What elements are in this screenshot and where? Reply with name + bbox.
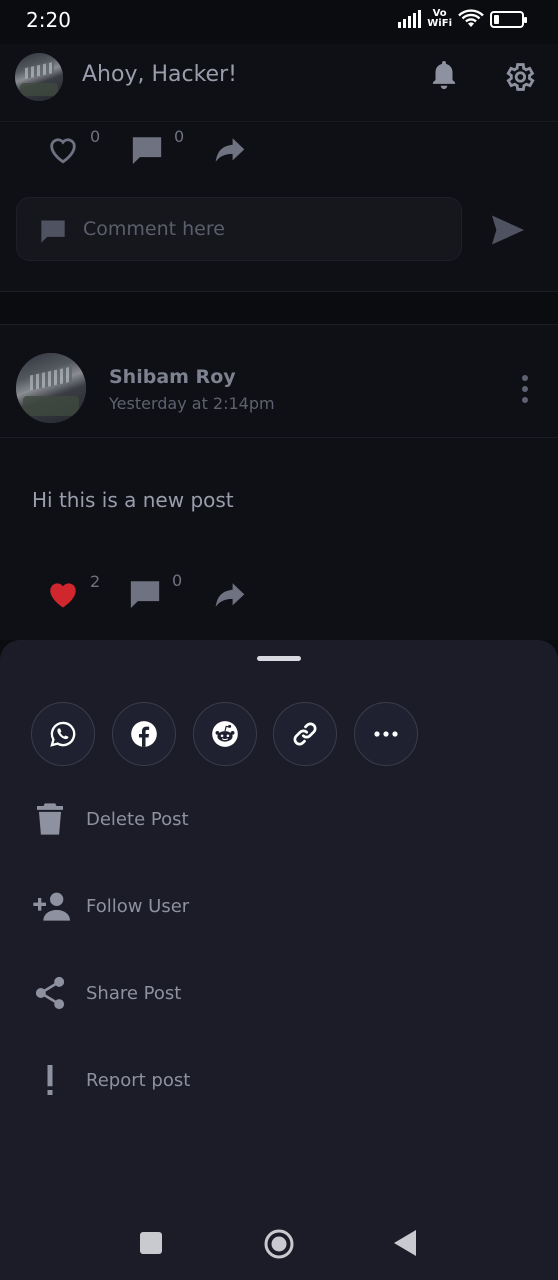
recents-icon[interactable] <box>139 1231 163 1255</box>
comment-placeholder: Comment here <box>83 218 225 240</box>
status-icons: Vo WiFi 12 <box>398 9 527 29</box>
send-icon[interactable] <box>488 212 528 248</box>
more-icon <box>374 731 398 737</box>
heart-filled-icon <box>50 583 76 608</box>
post-timestamp: Yesterday at 2:14pm <box>109 394 275 413</box>
trash-icon <box>30 799 70 839</box>
menu-item-label: Follow User <box>86 895 190 917</box>
reddit-share-button[interactable] <box>193 702 257 766</box>
menu-item-label: Report post <box>86 1069 191 1091</box>
comment-icon <box>132 137 162 165</box>
battery-level: 12 <box>499 12 515 26</box>
like-count: 2 <box>90 572 101 591</box>
menu-item-share-post[interactable]: Share Post <box>0 963 558 1023</box>
more-share-button[interactable] <box>354 702 418 766</box>
share-action[interactable] <box>214 137 246 163</box>
app-header: Ahoy, Hacker! <box>0 44 558 122</box>
facebook-icon <box>131 721 157 747</box>
share-action[interactable] <box>214 582 246 608</box>
exclamation-icon <box>30 1060 70 1100</box>
whatsapp-icon <box>50 721 76 747</box>
share-icon <box>30 973 70 1013</box>
comment-icon <box>130 581 160 609</box>
signal-icon <box>398 10 422 28</box>
menu-item-follow-user[interactable]: Follow User <box>0 876 558 936</box>
home-icon[interactable] <box>262 1227 296 1261</box>
wifi-icon <box>458 9 484 27</box>
bell-icon[interactable] <box>426 58 462 94</box>
like-action[interactable]: 0 <box>46 127 100 165</box>
facebook-share-button[interactable] <box>112 702 176 766</box>
comment-input[interactable]: Comment here <box>16 197 462 261</box>
vowifi-icon: Vo WiFi <box>427 9 452 29</box>
sheet-drag-handle[interactable] <box>257 656 301 661</box>
post-text: Hi this is a new post <box>32 488 234 512</box>
more-vert-icon[interactable] <box>514 372 536 406</box>
comment-action[interactable]: 0 <box>130 127 184 167</box>
menu-item-report-post[interactable]: Report post <box>0 1050 558 1110</box>
reddit-icon <box>212 721 238 747</box>
whatsapp-share-button[interactable] <box>31 702 95 766</box>
heart-outline-icon <box>50 138 76 164</box>
gear-icon[interactable] <box>500 58 538 96</box>
menu-item-label: Delete Post <box>86 808 189 830</box>
author-avatar[interactable] <box>16 353 86 423</box>
share-arrow-icon <box>215 583 245 607</box>
like-count: 0 <box>90 127 101 146</box>
divider <box>0 291 558 292</box>
divider <box>0 437 558 438</box>
like-action[interactable]: 2 <box>46 572 100 610</box>
person-add-icon <box>30 886 70 926</box>
author-name[interactable]: Shibam Roy <box>109 366 236 388</box>
greeting-title: Ahoy, Hacker! <box>82 62 237 87</box>
user-avatar[interactable] <box>15 53 63 101</box>
comment-action[interactable]: 0 <box>128 571 182 611</box>
menu-item-delete-post[interactable]: Delete Post <box>0 789 558 849</box>
battery-fill <box>494 14 499 24</box>
vowifi-label-bottom: WiFi <box>427 18 452 29</box>
post-options-sheet: Delete Post Follow User Share Post Repor… <box>0 640 558 1280</box>
link-icon <box>293 722 317 746</box>
back-icon[interactable] <box>392 1229 418 1257</box>
comment-count: 0 <box>172 571 183 590</box>
status-bar: 2:20 Vo WiFi 12 <box>0 0 558 44</box>
share-arrow-icon <box>215 138 245 162</box>
system-nav-bar <box>0 1208 558 1280</box>
battery-icon: 12 <box>490 10 527 28</box>
comment-icon <box>41 220 65 243</box>
status-time: 2:20 <box>26 8 71 32</box>
copy-link-button[interactable] <box>273 702 337 766</box>
menu-item-label: Share Post <box>86 982 182 1004</box>
comment-count: 0 <box>174 127 185 146</box>
